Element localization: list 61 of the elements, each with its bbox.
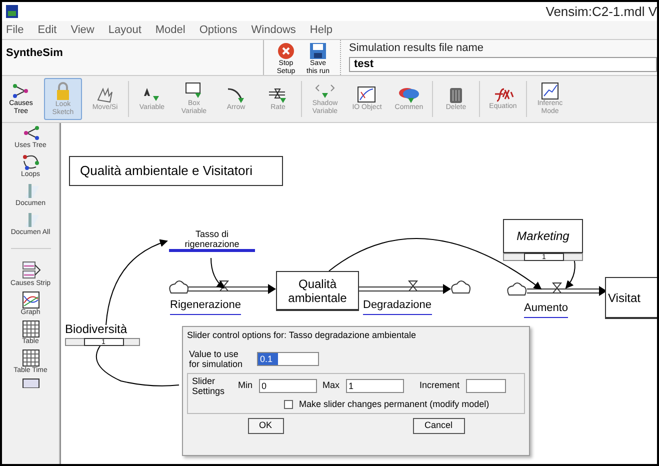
synthesim-label: SyntheSim	[6, 47, 63, 59]
field-label: Simulation results file name	[349, 41, 485, 56]
loops-icon	[20, 153, 40, 171]
valve-icon	[408, 280, 418, 292]
window-title: Vensim:C2-1.mdl V	[546, 2, 657, 21]
graph-icon	[22, 291, 40, 309]
table-icon	[22, 349, 40, 367]
field-label: Value to use for simulation	[189, 348, 244, 368]
variable-label: Marketing	[503, 219, 583, 253]
menu-item[interactable]: Windows	[251, 22, 296, 38]
variable-label: Biodiversità	[65, 321, 128, 338]
box-variable-icon	[184, 82, 204, 100]
menu-item[interactable]: Edit	[38, 22, 57, 38]
save-icon	[309, 42, 327, 60]
cloud-icon	[169, 280, 188, 294]
app-icon	[6, 5, 18, 18]
dialog-title: Slider control options for: Tasso degradazione ambientale	[187, 330, 416, 340]
valve-icon	[552, 282, 562, 294]
comment-icon	[398, 86, 420, 104]
ok-button[interactable]: OK	[248, 418, 284, 434]
min-field[interactable]: 0	[258, 378, 317, 392]
flow-label: Aumento	[524, 300, 568, 318]
chart-icon	[22, 378, 40, 388]
variable-label: Tasso di rigenerazione	[169, 229, 255, 252]
causes-tree-icon	[11, 82, 31, 100]
arrow-icon	[226, 86, 246, 104]
max-field[interactable]: 1	[346, 378, 404, 392]
menu-item[interactable]: File	[6, 22, 24, 38]
trash-icon	[448, 86, 464, 104]
group-label: Slider Settings	[192, 376, 226, 396]
flow-label: Degradazione	[363, 297, 432, 314]
graph-object-icon	[357, 86, 377, 104]
flow-label: Rigenerazione	[170, 297, 241, 314]
field-label: Max	[322, 378, 340, 392]
results-file-field[interactable]: test	[349, 56, 657, 72]
menu-item[interactable]: Layout	[108, 22, 142, 38]
valve-icon	[218, 280, 230, 292]
chart-icon	[541, 82, 559, 100]
increment-field[interactable]	[466, 378, 506, 392]
checkbox-label: Make slider changes permanent (modify model)	[299, 398, 490, 411]
rate-icon	[268, 86, 288, 104]
menu-item[interactable]: Help	[310, 22, 333, 38]
stock-box: Qualità ambientale	[276, 271, 359, 311]
cloud-icon	[451, 280, 470, 294]
strip-icon	[20, 260, 40, 280]
hand-icon	[95, 86, 115, 104]
field-label: Increment	[420, 378, 460, 392]
checkbox[interactable]	[284, 400, 293, 409]
table-icon	[22, 320, 40, 338]
menu-item[interactable]: Options	[199, 22, 238, 38]
stock-box: Visitat	[605, 277, 657, 319]
shadow-variable-icon	[315, 82, 335, 100]
menu-item[interactable]: View	[70, 22, 94, 38]
field-label: Min	[238, 378, 253, 392]
diagram-title: Qualità ambientale e Visitatori	[69, 156, 283, 186]
cancel-button[interactable]: Cancel	[412, 418, 464, 434]
value-field[interactable]: 0.1	[257, 352, 319, 366]
cloud-icon	[507, 282, 526, 296]
menu-item[interactable]: Model	[155, 22, 186, 38]
lock-icon	[55, 81, 71, 101]
stop-icon	[277, 42, 295, 60]
